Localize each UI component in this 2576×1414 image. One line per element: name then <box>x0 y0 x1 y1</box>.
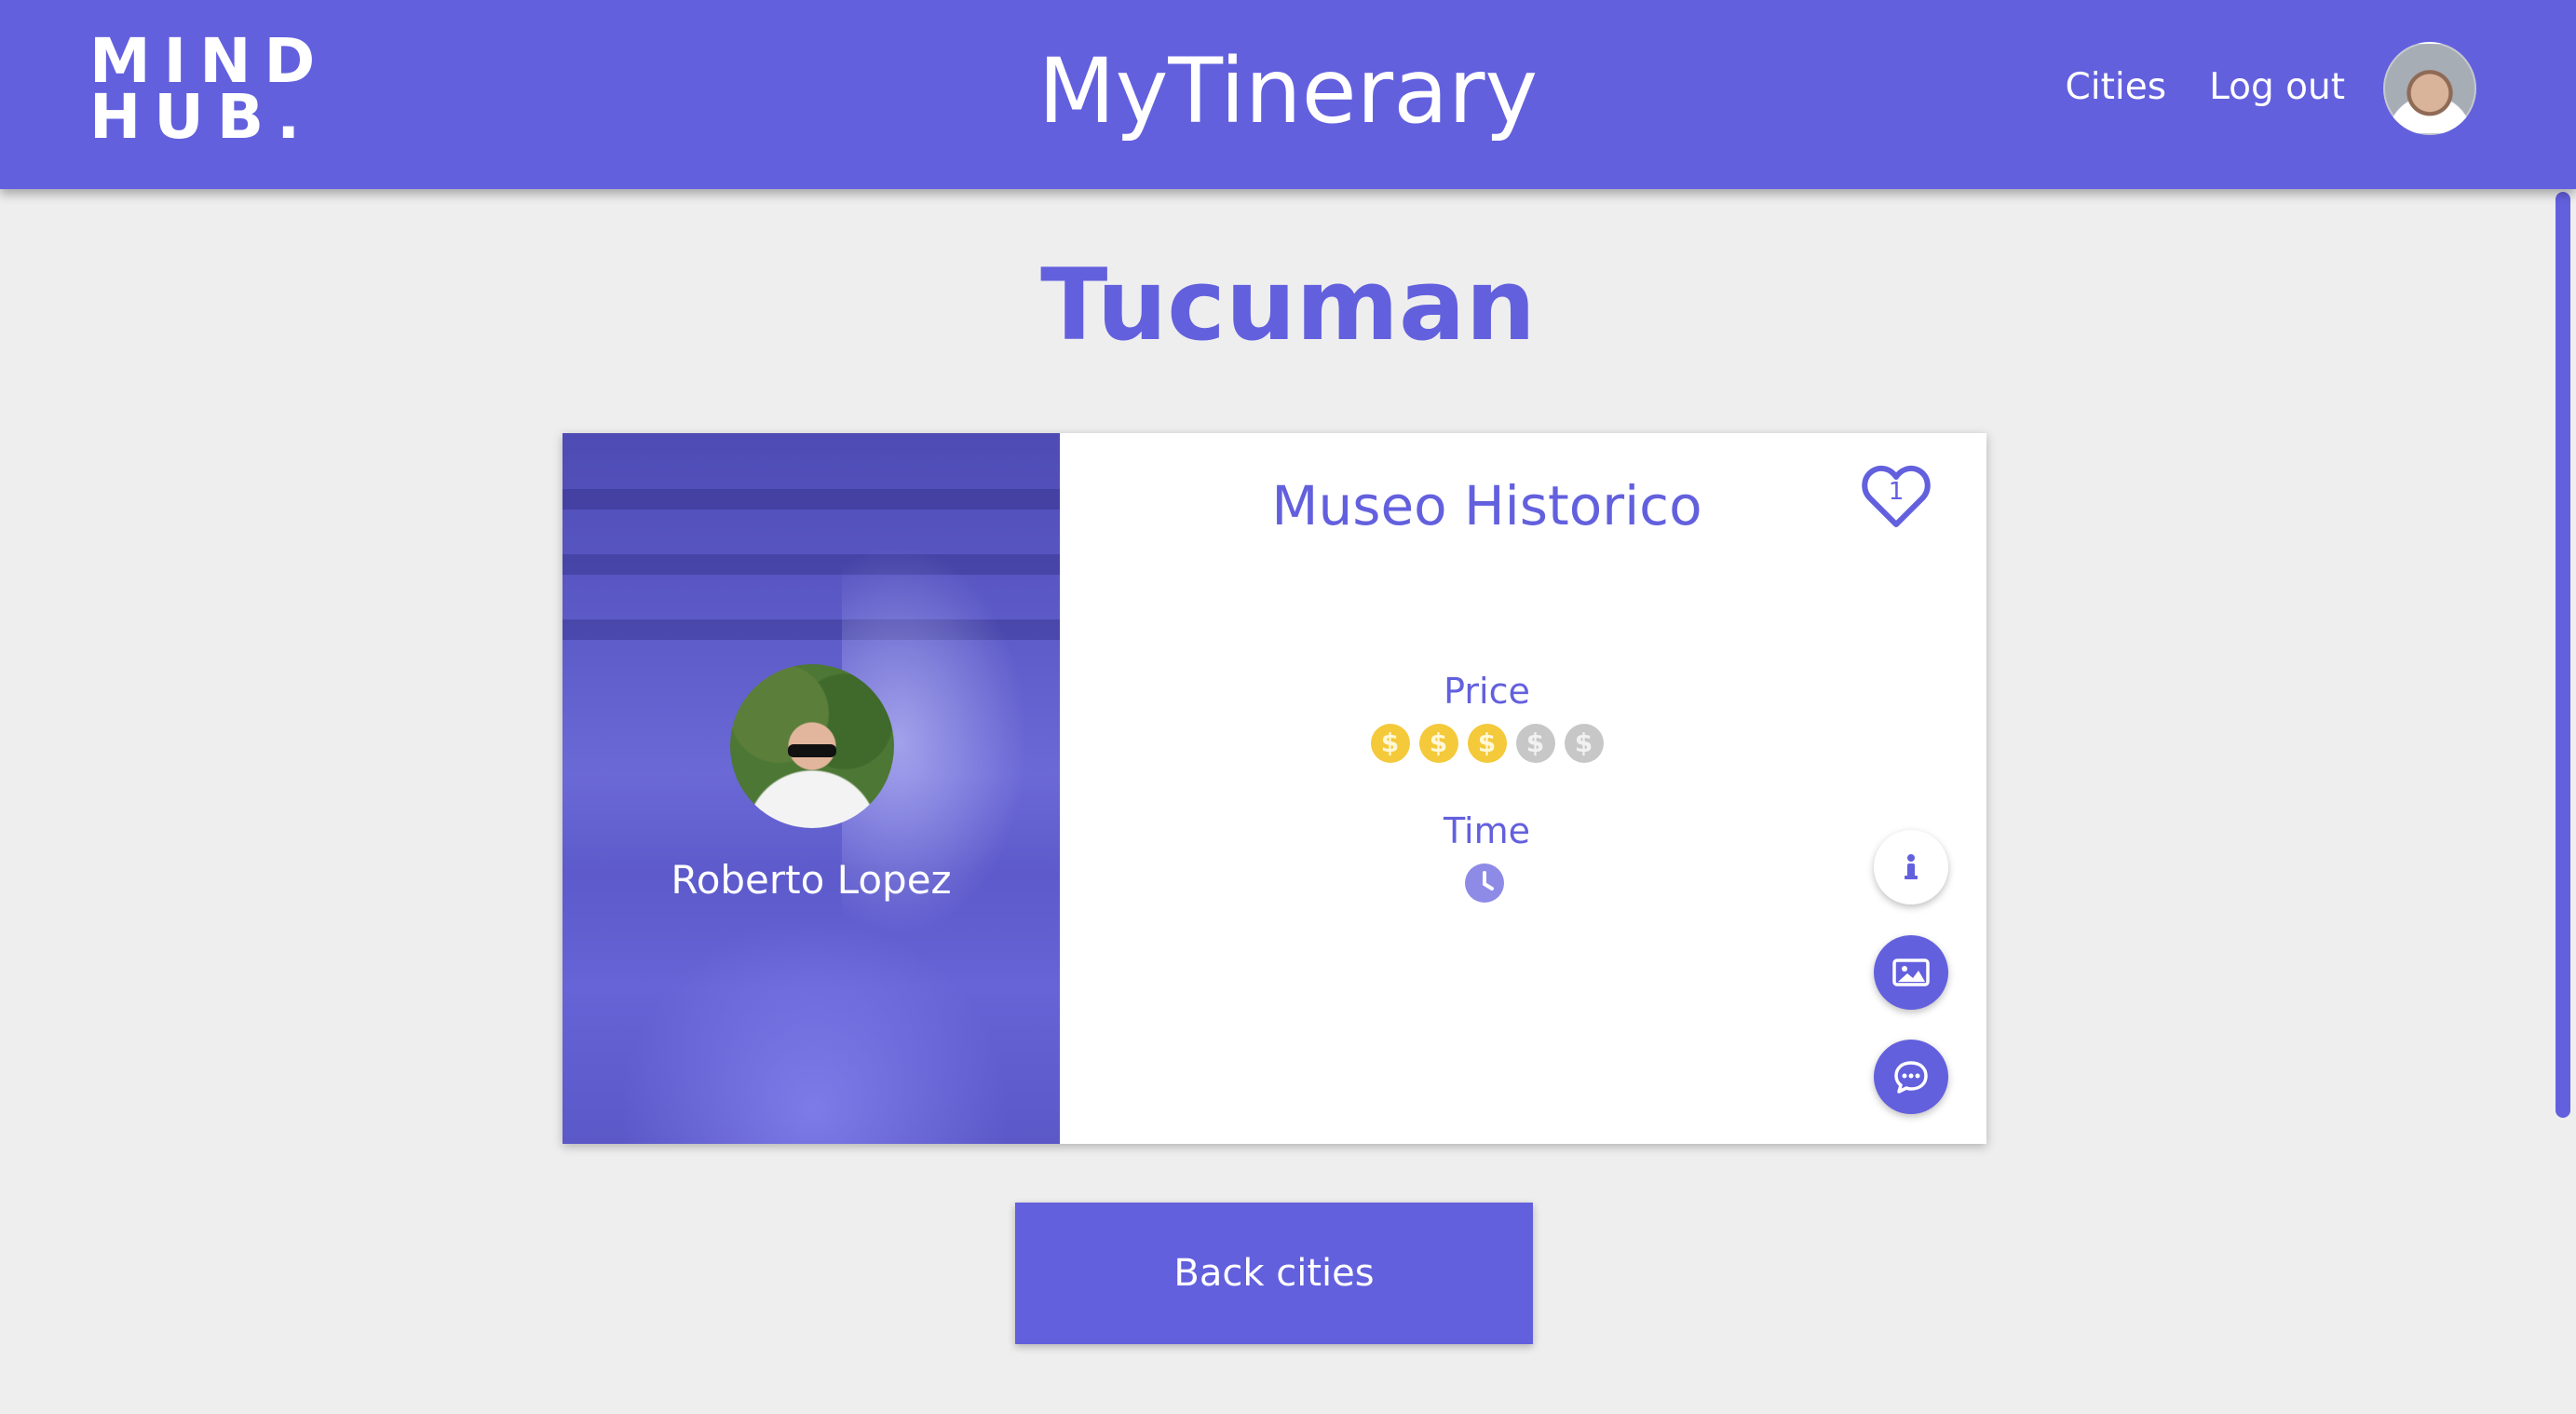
vertical-scrollbar[interactable] <box>2556 192 2570 1118</box>
page-title: Tucuman <box>1040 248 1536 362</box>
user-avatar[interactable] <box>2383 42 2476 135</box>
price-coin-icon: $ <box>1370 724 1410 763</box>
nav-link-logout[interactable]: Log out <box>2209 60 2345 116</box>
image-icon <box>1892 959 1930 986</box>
price-coin-icon: $ <box>1515 724 1555 763</box>
top-navbar: MIND HUB. MyTinerary Cities Log out <box>0 0 2576 189</box>
price-coin-icon: $ <box>1467 724 1507 763</box>
gallery-button[interactable] <box>1874 935 1948 1010</box>
page: MIND HUB. MyTinerary Cities Log out Tucu… <box>0 0 2576 1414</box>
nav-link-cities[interactable]: Cities <box>2066 60 2167 116</box>
guide-name: Roberto Lopez <box>671 857 952 903</box>
comments-button[interactable] <box>1874 1040 1948 1114</box>
like-button[interactable]: 1 <box>1861 463 1932 530</box>
chat-icon <box>1894 1061 1928 1094</box>
price-coin-icon: $ <box>1418 724 1458 763</box>
like-count: 1 <box>1888 478 1905 506</box>
itinerary-background-image: Roberto Lopez <box>563 433 1060 1144</box>
price-label: Price <box>1444 671 1530 712</box>
time-label: Time <box>1444 810 1530 851</box>
back-to-cities-button[interactable]: Back cities <box>1015 1203 1533 1344</box>
itinerary-card: Roberto Lopez Museo Historico 1 Price $ $… <box>563 433 1986 1144</box>
guide-avatar <box>730 664 894 828</box>
price-rating: $ $ $ $ $ <box>1060 724 1914 763</box>
price-coin-icon: $ <box>1564 724 1604 763</box>
main-nav: Cities Log out <box>2066 60 2345 116</box>
itinerary-title: Museo Historico <box>1271 474 1702 537</box>
info-icon <box>1905 854 1918 879</box>
itinerary-details: Museo Historico 1 Price $ $ $ $ $ Time <box>1060 433 1986 1144</box>
clock-icon <box>1465 863 1504 903</box>
info-button[interactable] <box>1874 830 1948 904</box>
